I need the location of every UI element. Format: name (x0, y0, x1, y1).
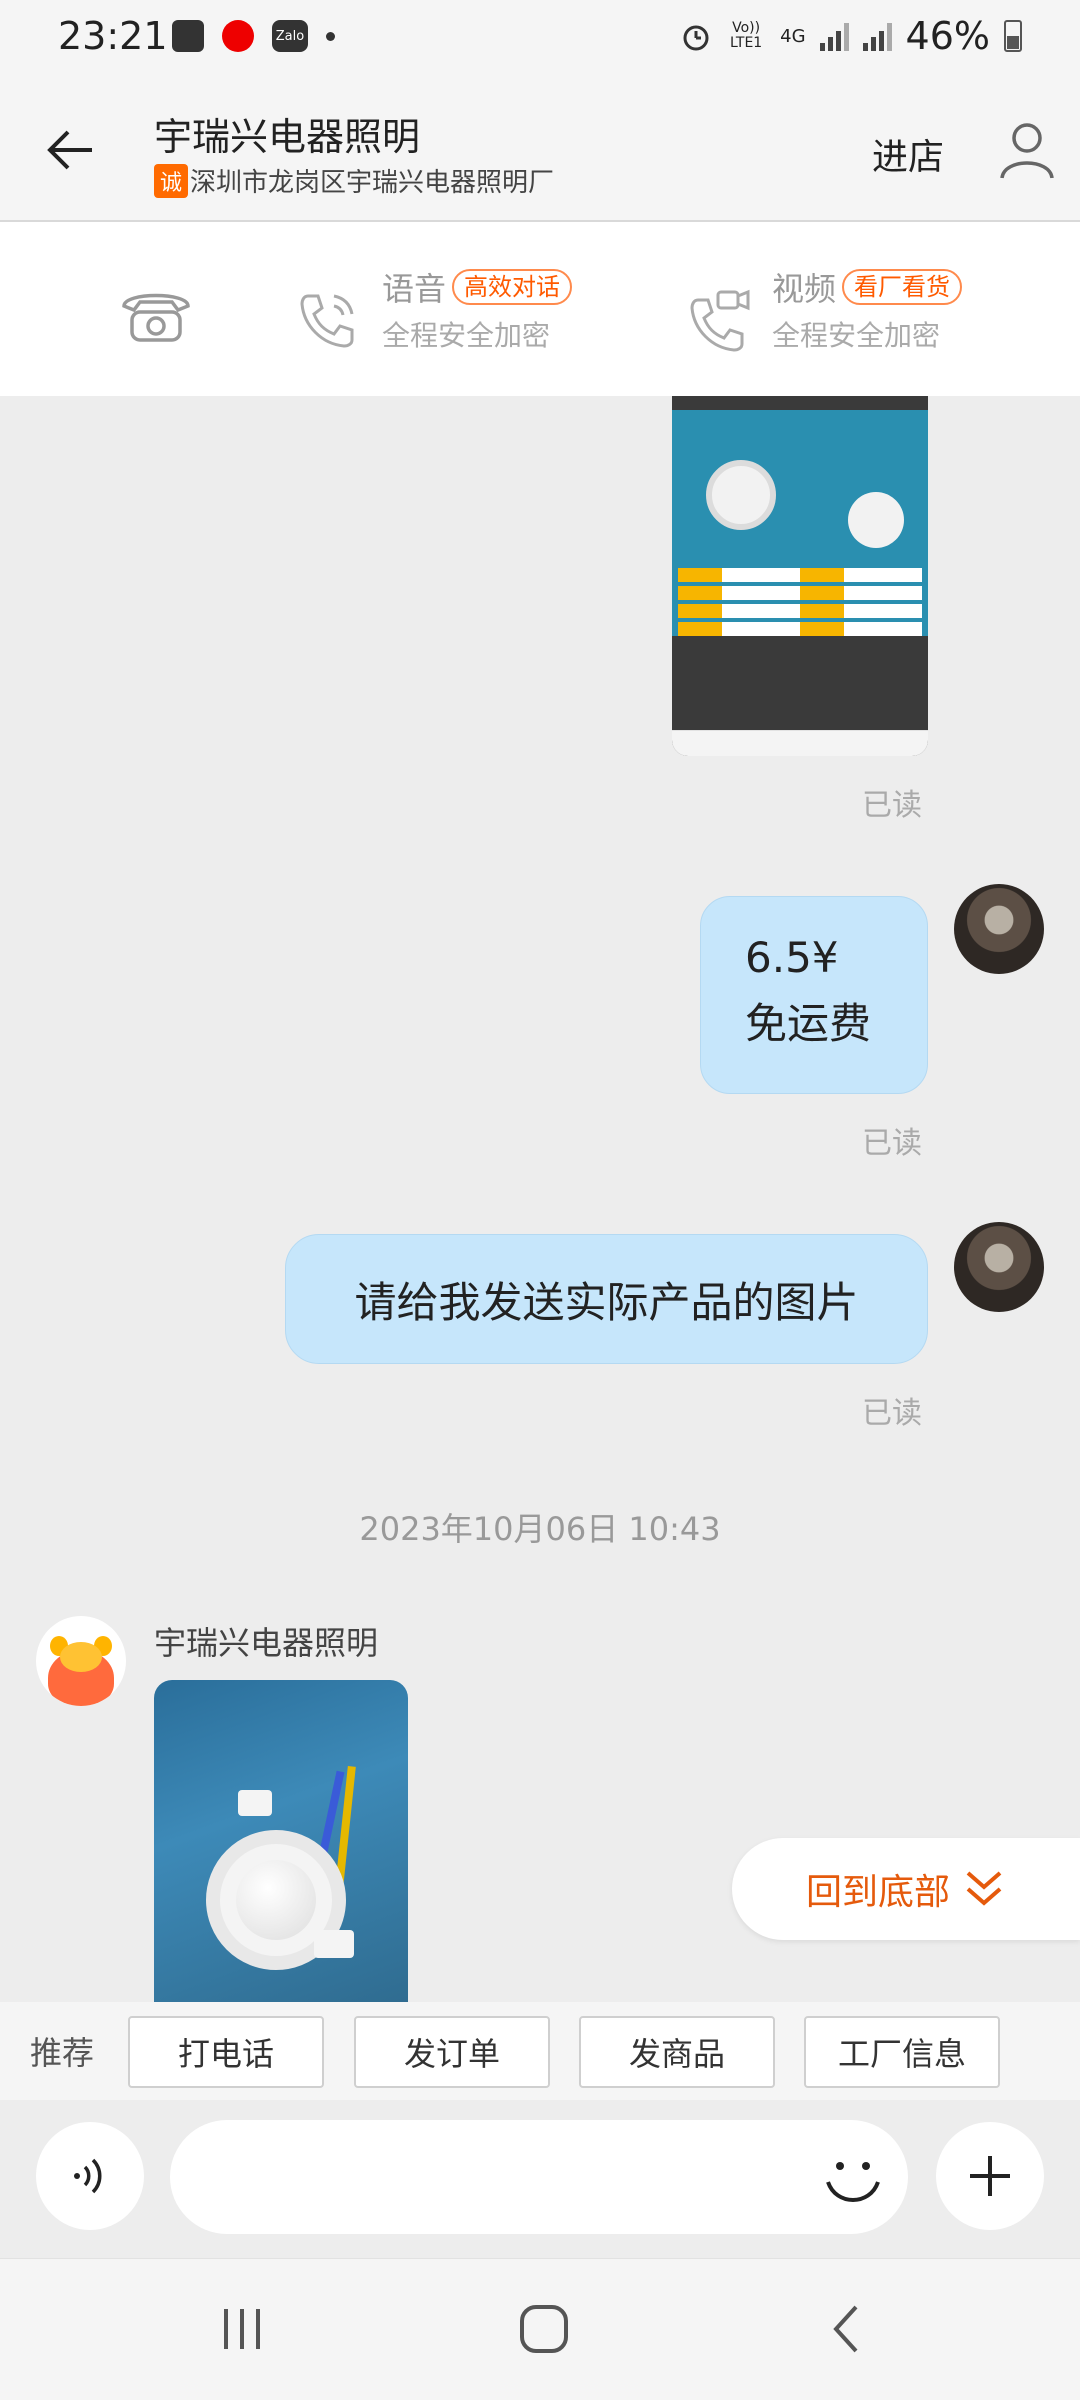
video-call-tag: 看厂看货 (842, 269, 963, 305)
zalo-icon: Zalo (272, 20, 308, 52)
factory-info-button[interactable]: 工厂信息 (804, 2016, 1000, 2088)
shop-avatar[interactable] (36, 1616, 126, 1706)
bubble-text: 请给我发送实际产品的图片 (354, 1277, 859, 1327)
shop-company-name: 深圳市龙岗区宇瑞兴电器照明厂 (190, 168, 555, 198)
send-order-button[interactable]: 发订单 (354, 2016, 550, 2088)
sender-name: 宇瑞兴电器照明 (154, 1624, 379, 1662)
sensor-lens (236, 1860, 316, 1940)
bubble-line-price: 6.5¥ (745, 933, 839, 982)
recent-apps-button[interactable] (202, 2299, 282, 2359)
voice-call-label: 语音 (382, 270, 447, 308)
plus-icon (970, 2156, 1010, 2196)
message-input[interactable] (170, 2120, 908, 2234)
recent-apps-icon (224, 2309, 260, 2349)
back-arrow-icon[interactable] (40, 120, 100, 180)
enter-store-button[interactable]: 进店 (872, 128, 944, 180)
system-nav-bar (0, 2258, 1080, 2400)
cow-face (60, 1642, 102, 1672)
user-profile-icon[interactable] (996, 118, 1058, 180)
signal-icon-2 (862, 21, 892, 51)
home-icon (520, 2305, 568, 2353)
text-bubble[interactable]: 请给我发送实际产品的图片 (285, 1234, 928, 1364)
telephone-icon[interactable] (118, 284, 194, 344)
status-bar: 23:21 Zalo Vo)) LTE1 4G 46% (0, 0, 1080, 80)
gallery-icon (172, 20, 204, 52)
recommend-label: 推荐 (30, 2034, 95, 2072)
sensor-drawing-side (848, 492, 904, 548)
video-call-label: 视频 (772, 270, 837, 308)
battery-icon (1004, 20, 1022, 52)
cheng-badge-icon: 诚 (154, 163, 188, 198)
connector (238, 1790, 272, 1816)
shop-subtitle: 诚 深圳市龙岗区宇瑞兴电器照明厂 (154, 162, 554, 199)
recommend-bar: 推荐 打电话 发订单 发商品 工厂信息 (0, 2002, 1080, 2100)
read-receipt: 已读 (862, 1126, 922, 1161)
spec-table-image (678, 568, 922, 640)
home-button[interactable] (504, 2299, 584, 2359)
chat-area[interactable]: 已读 6.5¥ 免运费 已读 请给我发送实际产品的图片 已读 2023年10月0… (0, 396, 1080, 2002)
chat-header: 宇瑞兴电器照明 诚 深圳市龙岗区宇瑞兴电器照明厂 进店 (0, 80, 1080, 222)
emoji-icon[interactable] (818, 2144, 888, 2214)
back-to-bottom-label: 回到底部 (806, 1872, 951, 1913)
voice-call-tag: 高效对话 (452, 269, 573, 305)
sensor-drawing (706, 460, 776, 530)
dot-icon (326, 31, 335, 41)
chat-timestamp: 2023年10月06日 10:43 (359, 1510, 721, 1548)
volte-label: Vo)) LTE1 (730, 20, 763, 51)
text-bubble[interactable]: 6.5¥ 免运费 (700, 896, 928, 1094)
read-receipt: 已读 (862, 1396, 922, 1431)
status-right: Vo)) LTE1 4G 46% (680, 14, 1022, 58)
more-options-button[interactable] (936, 2122, 1044, 2230)
voice-call-icon (300, 294, 354, 348)
notification-icons: Zalo (172, 20, 335, 52)
double-chevron-down-icon (966, 1871, 1002, 1906)
shop-title[interactable]: 宇瑞兴电器照明 (154, 106, 420, 161)
connector (314, 1930, 354, 1958)
my-avatar[interactable] (954, 1222, 1044, 1312)
status-time: 23:21 (58, 14, 168, 58)
back-button[interactable] (806, 2299, 886, 2359)
my-avatar[interactable] (954, 884, 1044, 974)
call-bar: 语音 高效对话 全程安全加密 视频 看厂看货 全程安全加密 (0, 222, 1080, 396)
voice-wave-icon (74, 2158, 102, 2194)
signal-icon-1 (819, 21, 849, 51)
sent-image-message[interactable] (672, 396, 928, 756)
video-call-desc: 全程安全加密 (772, 319, 941, 352)
voice-call-desc: 全程安全加密 (382, 319, 551, 352)
back-to-bottom-button[interactable]: 回到底部 (732, 1838, 1080, 1940)
bubble-line-shipping: 免运费 (745, 999, 872, 1048)
send-product-button[interactable]: 发商品 (579, 2016, 775, 2088)
received-image-message[interactable] (154, 1680, 408, 2002)
alarm-icon (683, 25, 709, 51)
video-call-icon (690, 289, 750, 352)
read-receipt: 已读 (862, 788, 922, 823)
input-bar (0, 2100, 1080, 2258)
screenshot-navbar (672, 730, 928, 756)
voice-input-button[interactable] (36, 2122, 144, 2230)
network-label: 4G (780, 25, 806, 47)
back-chevron-icon (833, 2305, 858, 2353)
call-button[interactable]: 打电话 (128, 2016, 324, 2088)
youtube-icon (222, 20, 254, 52)
battery-percent: 46% (905, 14, 990, 58)
spec-sheet-image (672, 410, 928, 636)
